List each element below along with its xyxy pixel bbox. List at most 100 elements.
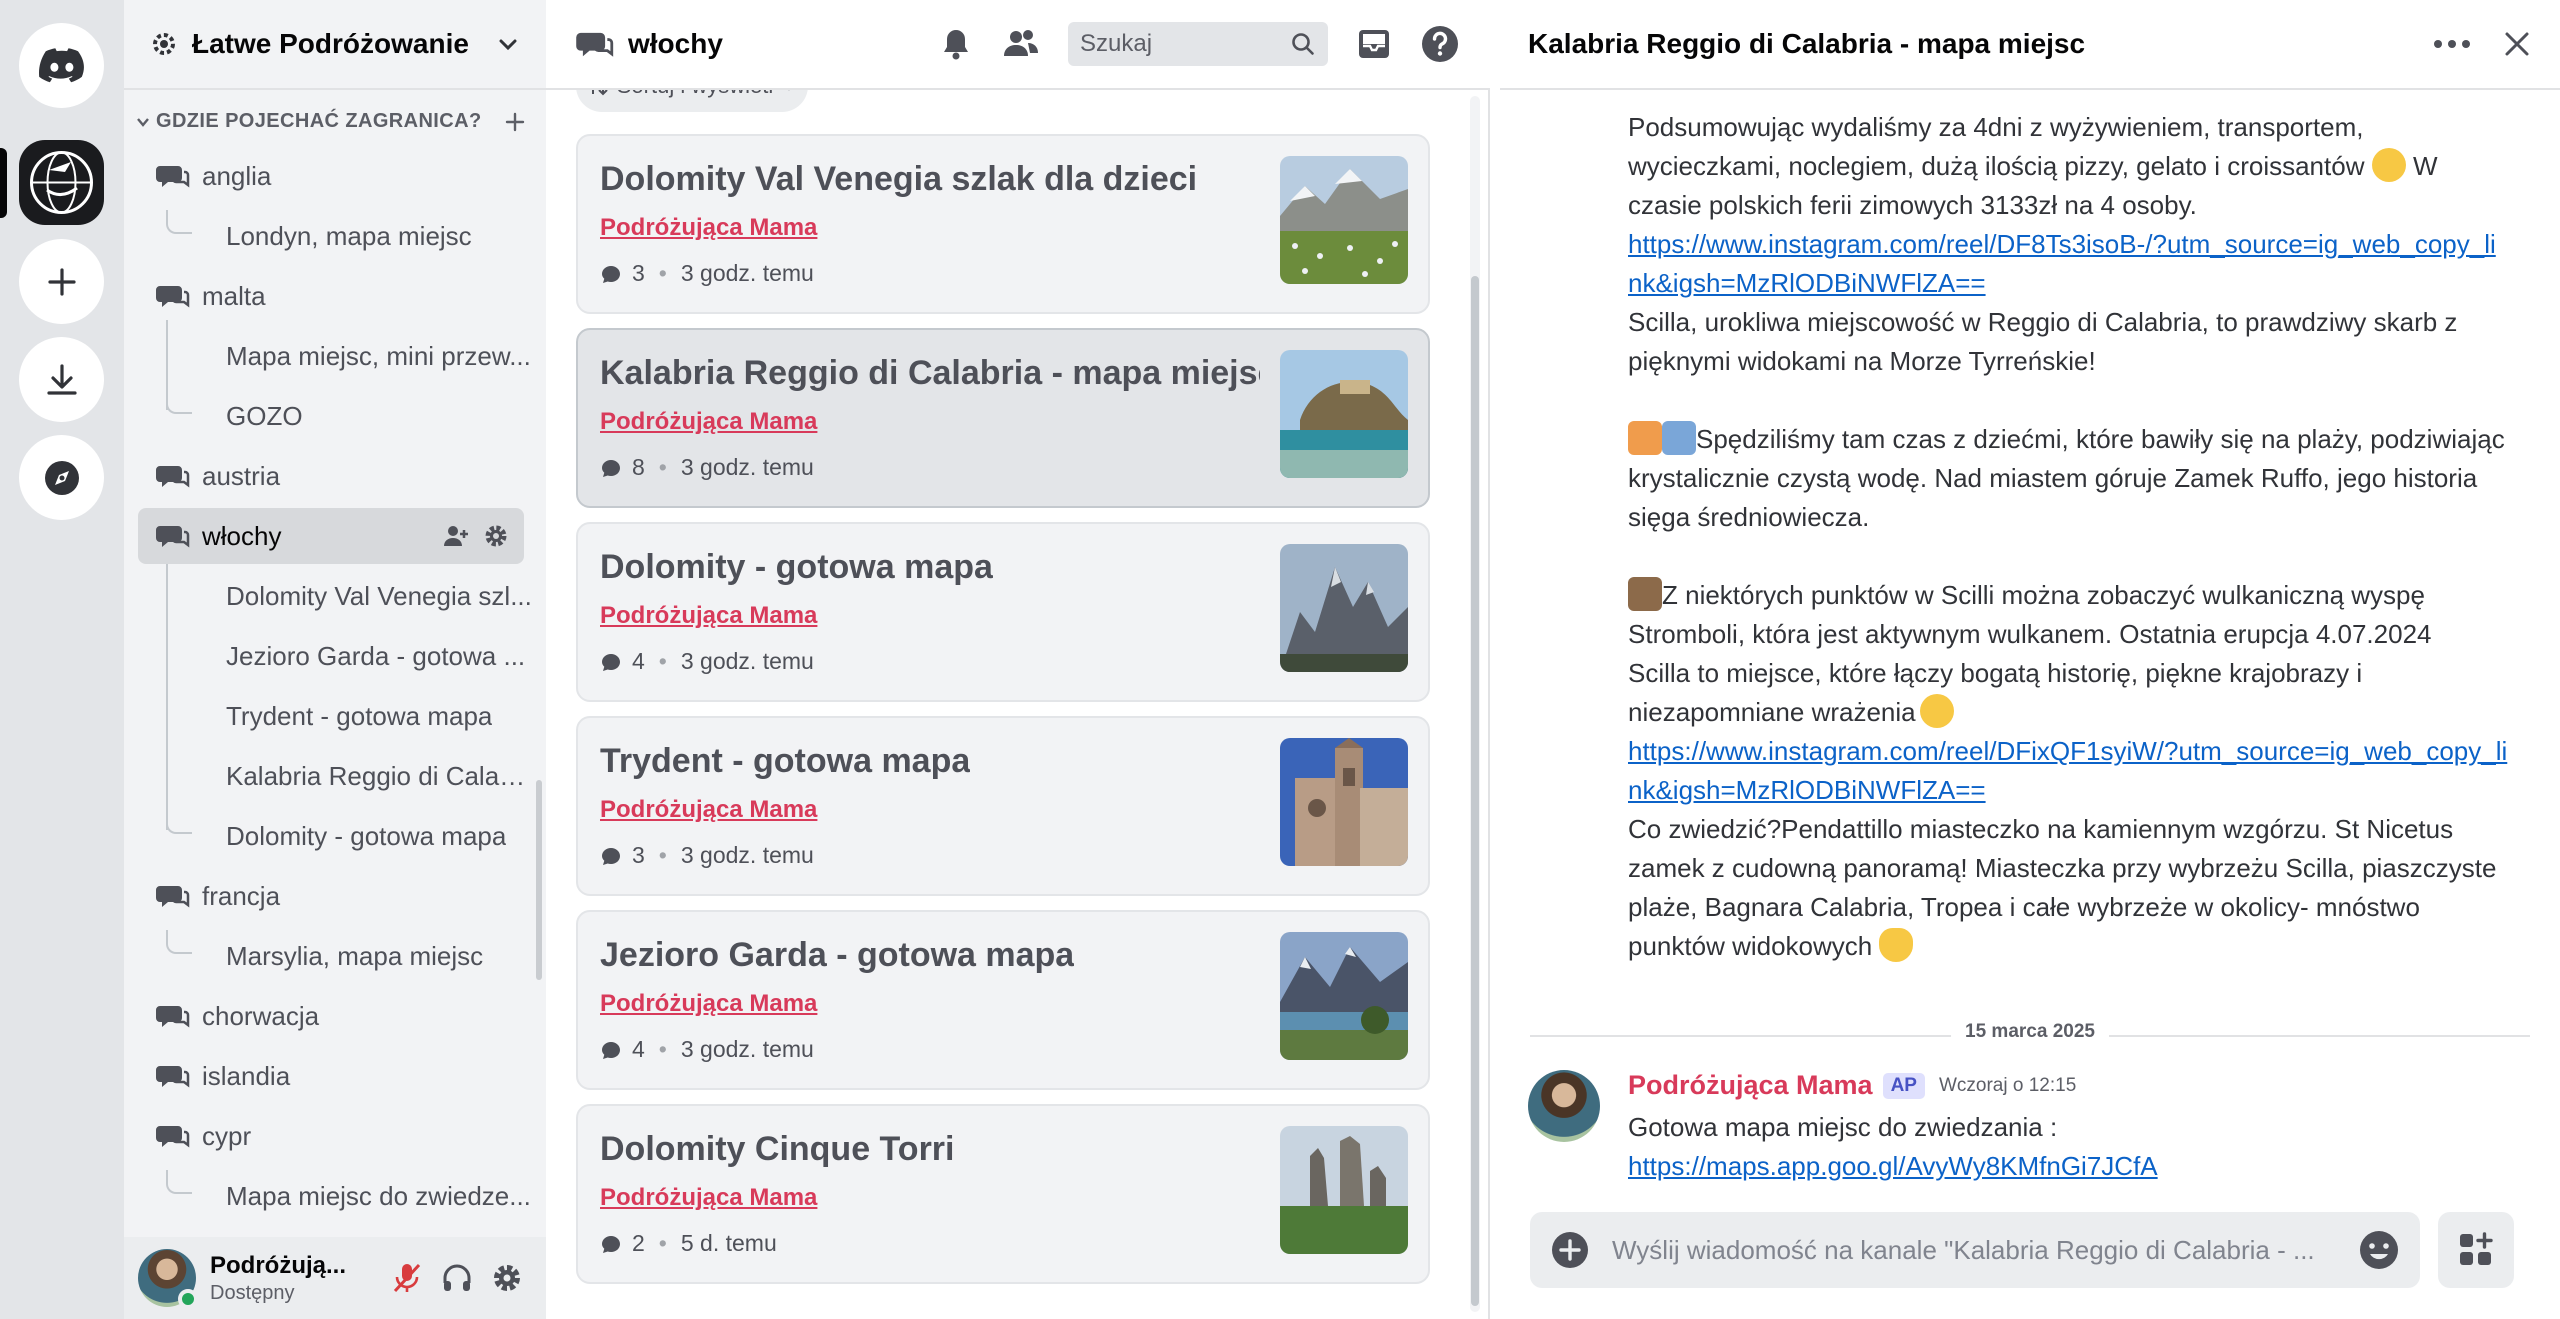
thread-jezioro-garda[interactable]: Jezioro Garda - gotowa ...: [182, 628, 532, 684]
emoji-picker-icon[interactable]: [2358, 1229, 2400, 1271]
channel-label: islandia: [202, 1060, 291, 1091]
add-server-button[interactable]: [19, 239, 104, 324]
thread-dolomity-val-venegia[interactable]: Dolomity Val Venegia szl...: [182, 568, 532, 624]
apps-button[interactable]: [2438, 1212, 2514, 1288]
post-time: 3 godz. temu: [680, 1036, 814, 1062]
forum-post-card[interactable]: Kalabria Reggio di Calabria - mapa miejs…: [576, 328, 1430, 508]
globe-logo-icon: [30, 151, 93, 214]
download-apps-button[interactable]: [19, 337, 104, 422]
forum-post-card[interactable]: Jezioro Garda - gotowa mapa Podróżująca …: [576, 910, 1430, 1090]
discord-home-button[interactable]: [19, 23, 104, 108]
thread-label: Trydent - gotowa mapa: [226, 700, 493, 731]
post-thumbnail-meadow: [1280, 156, 1408, 284]
thread-londyn[interactable]: Londyn, mapa miejsc: [182, 208, 532, 264]
message-composer[interactable]: Wyślij wiadomość na kanale "Kalabria Reg…: [1530, 1212, 2420, 1288]
channel-malta[interactable]: malta: [138, 268, 524, 324]
thread-malta-mapa[interactable]: Mapa miejsc, mini przew...: [182, 328, 532, 384]
forum-post-card[interactable]: Dolomity Val Venegia szlak dla dzieci Po…: [576, 134, 1430, 314]
discord-logo-icon: [38, 47, 84, 82]
more-options-icon[interactable]: [2432, 38, 2472, 50]
headphones-icon: [443, 1264, 471, 1291]
thread-gozo[interactable]: GOZO: [182, 388, 532, 444]
channel-wlochy[interactable]: włochy: [138, 508, 524, 564]
post-thumbnail-lake: [1280, 932, 1408, 1060]
gear-icon: [494, 1265, 520, 1291]
category-header[interactable]: GDZIE POJECHAĆ ZAGRANICA?: [136, 110, 526, 133]
attach-plus-icon[interactable]: [1550, 1230, 1590, 1270]
user-panel: Podróżują... Dostępny: [124, 1237, 546, 1319]
message-count-icon: [602, 847, 620, 865]
channel-islandia[interactable]: islandia: [138, 1048, 524, 1104]
thread-header: Kalabria Reggio di Calabria - mapa miejs…: [1500, 0, 2560, 90]
category-label: GDZIE POJECHAĆ ZAGRANICA?: [156, 110, 482, 132]
forum-channel-icon: [156, 526, 190, 548]
post-author[interactable]: Podróżująca Mama: [600, 408, 817, 436]
instagram-link[interactable]: https://www.instagram.com/reel/DFixQF1sy…: [1628, 736, 2507, 805]
post-title: Trydent - gotowa mapa: [600, 742, 971, 780]
channel-austria[interactable]: austria: [138, 448, 524, 504]
inbox-icon[interactable]: [1356, 26, 1392, 62]
channel-label: austria: [202, 460, 281, 491]
help-icon[interactable]: [1420, 24, 1460, 64]
user-settings-button[interactable]: [482, 1253, 532, 1303]
thread-label: Kalabria Reggio di Calab...: [226, 760, 532, 791]
user-info[interactable]: Podróżują... Dostępny: [210, 1252, 382, 1305]
post-title: Dolomity Val Venegia szlak dla dzieci: [600, 160, 1198, 198]
post-author[interactable]: Podróżująca Mama: [600, 602, 817, 630]
post-author[interactable]: Podróżująca Mama: [600, 214, 817, 242]
forum-post-card[interactable]: Trydent - gotowa mapa Podróżująca Mama 3…: [576, 716, 1430, 896]
date-divider: 15 marca 2025: [1530, 1021, 2530, 1043]
discover-button[interactable]: [19, 435, 104, 520]
thread-label: Mapa miejsc, mini przew...: [226, 340, 531, 371]
forum-post-card[interactable]: Dolomity Cinque Torri Podróżująca Mama 2…: [576, 1104, 1430, 1284]
thread-kalabria[interactable]: Kalabria Reggio di Calab...: [182, 748, 532, 804]
message-paragraph: Z niektórych punktów w Scilli można zoba…: [1628, 576, 2508, 654]
google-maps-link[interactable]: https://maps.app.goo.gl/AvyWy8KMfnGi7JCf…: [1628, 1151, 2158, 1181]
avatar[interactable]: [1528, 1070, 1600, 1142]
deafen-button[interactable]: [432, 1253, 482, 1303]
thread-label: Marsylia, mapa miejsc: [226, 940, 484, 971]
channel-anglia[interactable]: anglia: [138, 148, 524, 204]
add-channel-icon[interactable]: [504, 111, 526, 133]
server-header[interactable]: Łatwe Podróżowanie: [124, 0, 546, 90]
mute-button[interactable]: [382, 1253, 432, 1303]
thread-dolomity-mapa[interactable]: Dolomity - gotowa mapa: [182, 808, 532, 864]
message-body: Podsumowując wydaliśmy za 4dni z wyżywie…: [1628, 108, 2508, 966]
forum-scrollbar-thumb[interactable]: [1471, 276, 1479, 1306]
members-icon[interactable]: [1002, 26, 1040, 62]
instagram-link[interactable]: https://www.instagram.com/reel/DF8Ts3iso…: [1628, 229, 2496, 298]
sidebar-scrollbar[interactable]: [536, 780, 542, 980]
thread-cypr-mapa[interactable]: Mapa miejsc do zwiedze...: [182, 1168, 532, 1224]
bell-icon[interactable]: [938, 26, 974, 62]
channel-cypr[interactable]: cypr: [138, 1108, 524, 1164]
channel-chorwacja[interactable]: chorwacja: [138, 988, 524, 1044]
message-author[interactable]: Podróżująca Mama: [1628, 1070, 1873, 1101]
close-icon[interactable]: [2502, 29, 2532, 59]
online-status-dot: [178, 1289, 198, 1309]
search-input[interactable]: Szukaj: [1068, 22, 1328, 66]
username: Podróżują...: [210, 1251, 347, 1279]
channel-francja[interactable]: francja: [138, 868, 524, 924]
message-paragraph: Co zwiedzić?Pendattillo miasteczko na ka…: [1628, 810, 2508, 966]
forum-scrollbar[interactable]: [1470, 96, 1480, 1312]
post-thumbnail-towers: [1280, 1126, 1408, 1254]
post-time: 3 godz. temu: [680, 648, 814, 674]
avatar[interactable]: [138, 1249, 198, 1309]
server-icon-latwe-podrozowanie[interactable]: [19, 140, 104, 225]
server-tag-badge[interactable]: AP: [1882, 1072, 1925, 1099]
gear-icon[interactable]: [482, 522, 510, 550]
channel-label: malta: [202, 280, 266, 311]
date-divider-label: 15 marca 2025: [1951, 1021, 2109, 1043]
message-paragraph: Podsumowując wydaliśmy za 4dni z wyżywie…: [1628, 108, 2508, 225]
thread-trydent[interactable]: Trydent - gotowa mapa: [182, 688, 532, 744]
channel-label: cypr: [202, 1120, 252, 1151]
thread-marsylia[interactable]: Marsylia, mapa miejsc: [182, 928, 532, 984]
post-author[interactable]: Podróżująca Mama: [600, 990, 817, 1018]
thread-label: Mapa miejsc do zwiedze...: [226, 1180, 531, 1211]
forum-post-card[interactable]: Dolomity - gotowa mapa Podróżująca Mama …: [576, 522, 1430, 702]
add-member-icon[interactable]: [442, 522, 470, 550]
post-author[interactable]: Podróżująca Mama: [600, 1184, 817, 1212]
message-count-icon: [602, 653, 620, 671]
post-time: 5 d. temu: [680, 1230, 777, 1256]
post-author[interactable]: Podróżująca Mama: [600, 796, 817, 824]
